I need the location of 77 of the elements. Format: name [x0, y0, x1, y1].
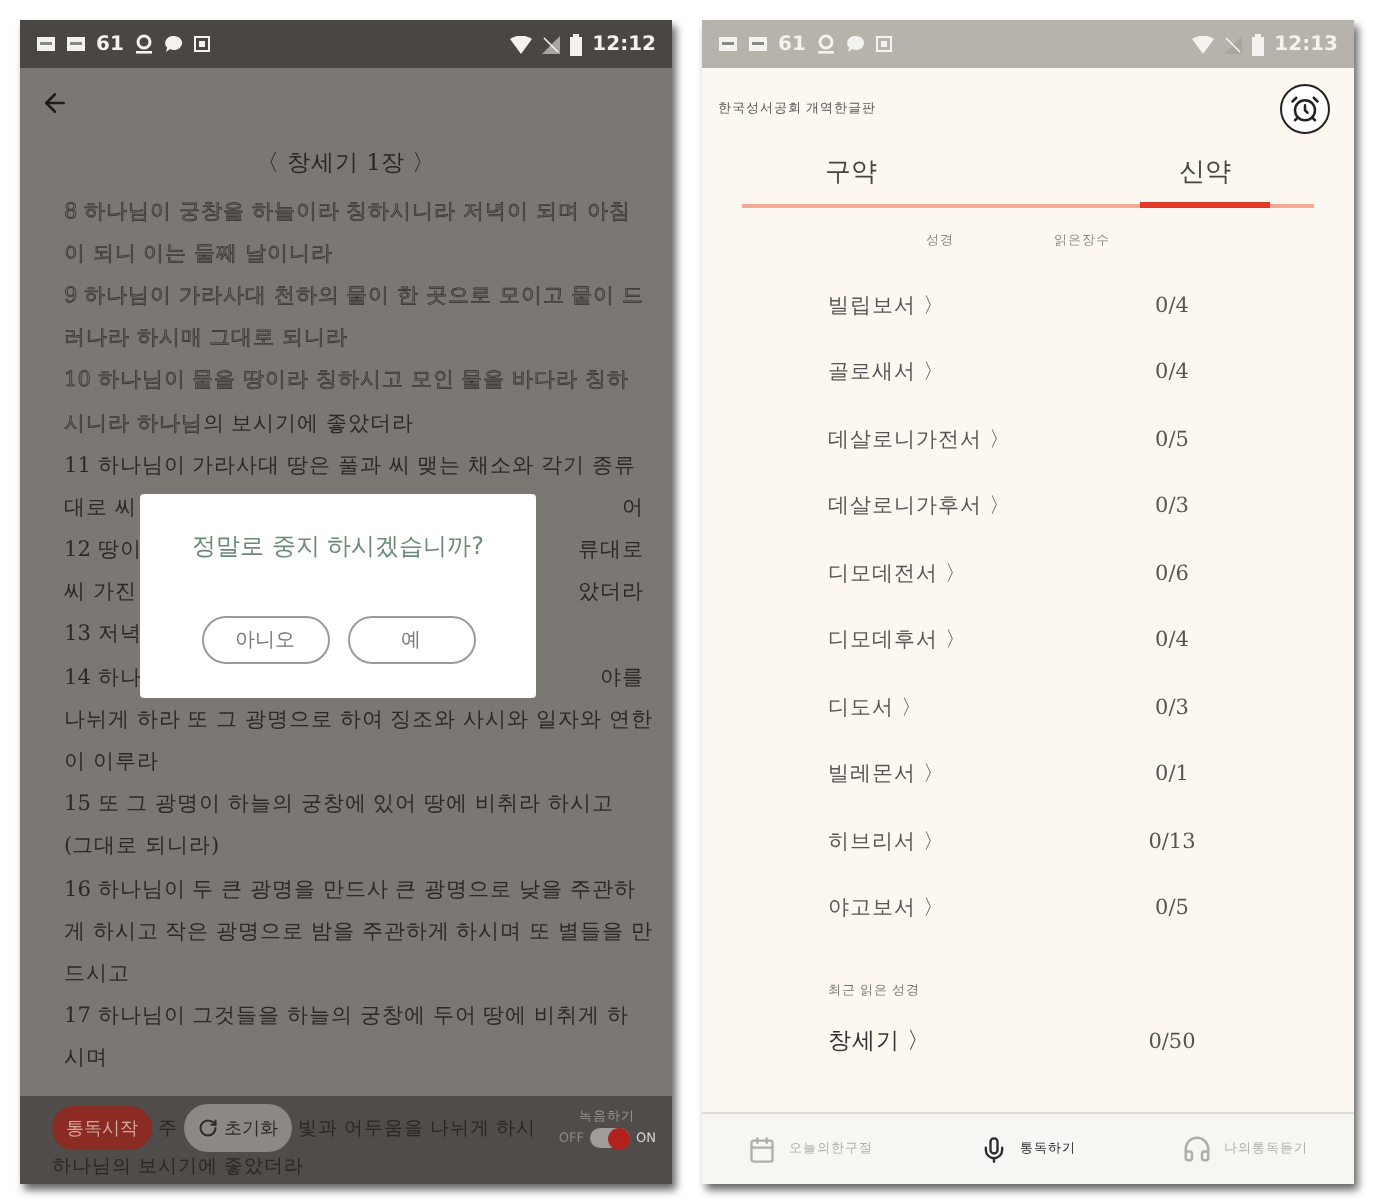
wifi-icon: [510, 35, 533, 53]
book-link[interactable]: 빌레몬서 〉: [828, 760, 1112, 789]
verse-text: 어: [620, 493, 644, 522]
book-link[interactable]: 빌립보서 〉: [828, 291, 1112, 320]
chapter-count: 0/3: [1155, 695, 1189, 720]
wifi-icon: [1192, 35, 1215, 53]
verse-text: 10 하나님이 뭍을 땅이라 칭하시고 모인 물을 바다라 칭하: [64, 366, 631, 395]
chat-icon: [163, 34, 184, 54]
verse-text: 았더라: [576, 578, 644, 607]
dialog-message: 정말로 중지 하시겠습니까?: [192, 529, 484, 564]
microphone-icon: [980, 1135, 1008, 1163]
verse-text: 시며: [64, 1044, 110, 1073]
book-link[interactable]: 디도서 〉: [828, 693, 1112, 722]
book-link[interactable]: 야고보서 〉: [828, 894, 1112, 923]
verse-text: 16 하나님이 두 큰 광명을 만드사 큰 광명으로 낮을 주관하: [64, 875, 638, 904]
person-icon: [815, 34, 836, 54]
verse-text: 이 이루라: [64, 748, 161, 777]
verse-text: 17 하나님이 그것들을 하늘의 궁창에 두어 땅에 비취게 하: [64, 1002, 631, 1031]
verse-text: 야를: [598, 663, 644, 692]
chapter-count: 0/6: [1155, 561, 1189, 586]
book-link[interactable]: 디모데전서 〉: [828, 559, 1112, 588]
book-link[interactable]: 데살로니가후서 〉: [828, 492, 1112, 521]
testament-tab[interactable]: 신약: [1140, 148, 1270, 208]
chapter-title: 〈 창세기 1장 〉: [255, 148, 437, 178]
notification-count: 61: [96, 33, 124, 55]
verse-text: 이 되니 이는 둘째 날이니라: [64, 239, 335, 268]
testament-tab[interactable]: 구약: [786, 148, 916, 208]
verse-text: 대로 씨: [64, 493, 139, 522]
app-icon: [875, 36, 892, 52]
chapter-count: 0/5: [1155, 427, 1189, 452]
calendar-icon: [748, 1135, 777, 1163]
verse-text: 씨 가진: [64, 578, 139, 607]
chat-icon: [845, 34, 866, 54]
book-link[interactable]: 골로새서 〉: [828, 358, 1112, 387]
signal-icon: [1224, 35, 1243, 53]
verse-text: 14 하나: [64, 663, 144, 692]
book-link[interactable]: 데살로니가전서 〉: [828, 425, 1112, 454]
signal-icon: [542, 35, 561, 53]
chapter-count: 0/4: [1155, 628, 1189, 653]
record-toggle[interactable]: [590, 1128, 631, 1148]
alarm-button[interactable]: [1280, 83, 1330, 133]
clock-time: 12:13: [1274, 33, 1338, 55]
person-icon: [133, 34, 154, 54]
chapter-count: 0/50: [1148, 1029, 1196, 1054]
notification-count: 61: [778, 33, 806, 55]
book-link[interactable]: 창세기 〉: [828, 1026, 1112, 1057]
verse-text: 시니라 하나님 의 보시기에 좋았더라: [64, 409, 417, 438]
battery-icon: [570, 33, 583, 55]
verse-text: 15 또 그 광명이 하늘의 궁창에 있어 땅에 비취라 하시고: [64, 790, 616, 819]
verse-text: 11 하나님이 가라사대 땅은 풀과 씨 맺는 채소와 각기 종류: [64, 451, 638, 480]
reset-icon: [198, 1118, 218, 1138]
verse-text: 류대로: [576, 536, 644, 565]
verse-text: 드시고: [64, 959, 132, 988]
verse-text: 러나라 하시매 그대로 되니라: [64, 324, 351, 353]
chapter-count: 0/5: [1155, 896, 1189, 921]
back-icon[interactable]: [40, 87, 70, 117]
reset-button[interactable]: 초기화: [184, 1104, 292, 1152]
headphones-icon: [1182, 1134, 1213, 1164]
book-link[interactable]: 히브리서 〉: [828, 827, 1112, 856]
chapter-count: 0/13: [1148, 829, 1196, 854]
chapter-count: 0/3: [1155, 494, 1189, 519]
alarm-clock-icon: [1290, 93, 1320, 123]
start-button[interactable]: 통독시작: [52, 1106, 152, 1150]
app-icon: [193, 36, 210, 52]
battery-icon: [1252, 33, 1265, 55]
no-button[interactable]: 아니오: [201, 615, 329, 664]
verse-text: 8 하나님이 궁창을 하늘이라 칭하시니라 저녁이 되며 아침: [64, 197, 633, 226]
chapter-count: 0/4: [1155, 360, 1189, 385]
chapter-count: 0/1: [1155, 762, 1189, 787]
chapter-count: 0/4: [1155, 293, 1189, 318]
verse-text: 12 땅이: [64, 536, 144, 565]
verse-text: 13 저녁: [64, 620, 144, 649]
verse-text: 9 하나님이 가라사대 천하의 물이 한 곳으로 모이고 뭍이 드: [64, 281, 644, 310]
yes-button[interactable]: 예: [347, 615, 475, 664]
book-link[interactable]: 디모데후서 〉: [828, 626, 1112, 655]
verse-text: (그대로 되니라): [64, 832, 222, 861]
clock-time: 12:12: [592, 33, 656, 55]
